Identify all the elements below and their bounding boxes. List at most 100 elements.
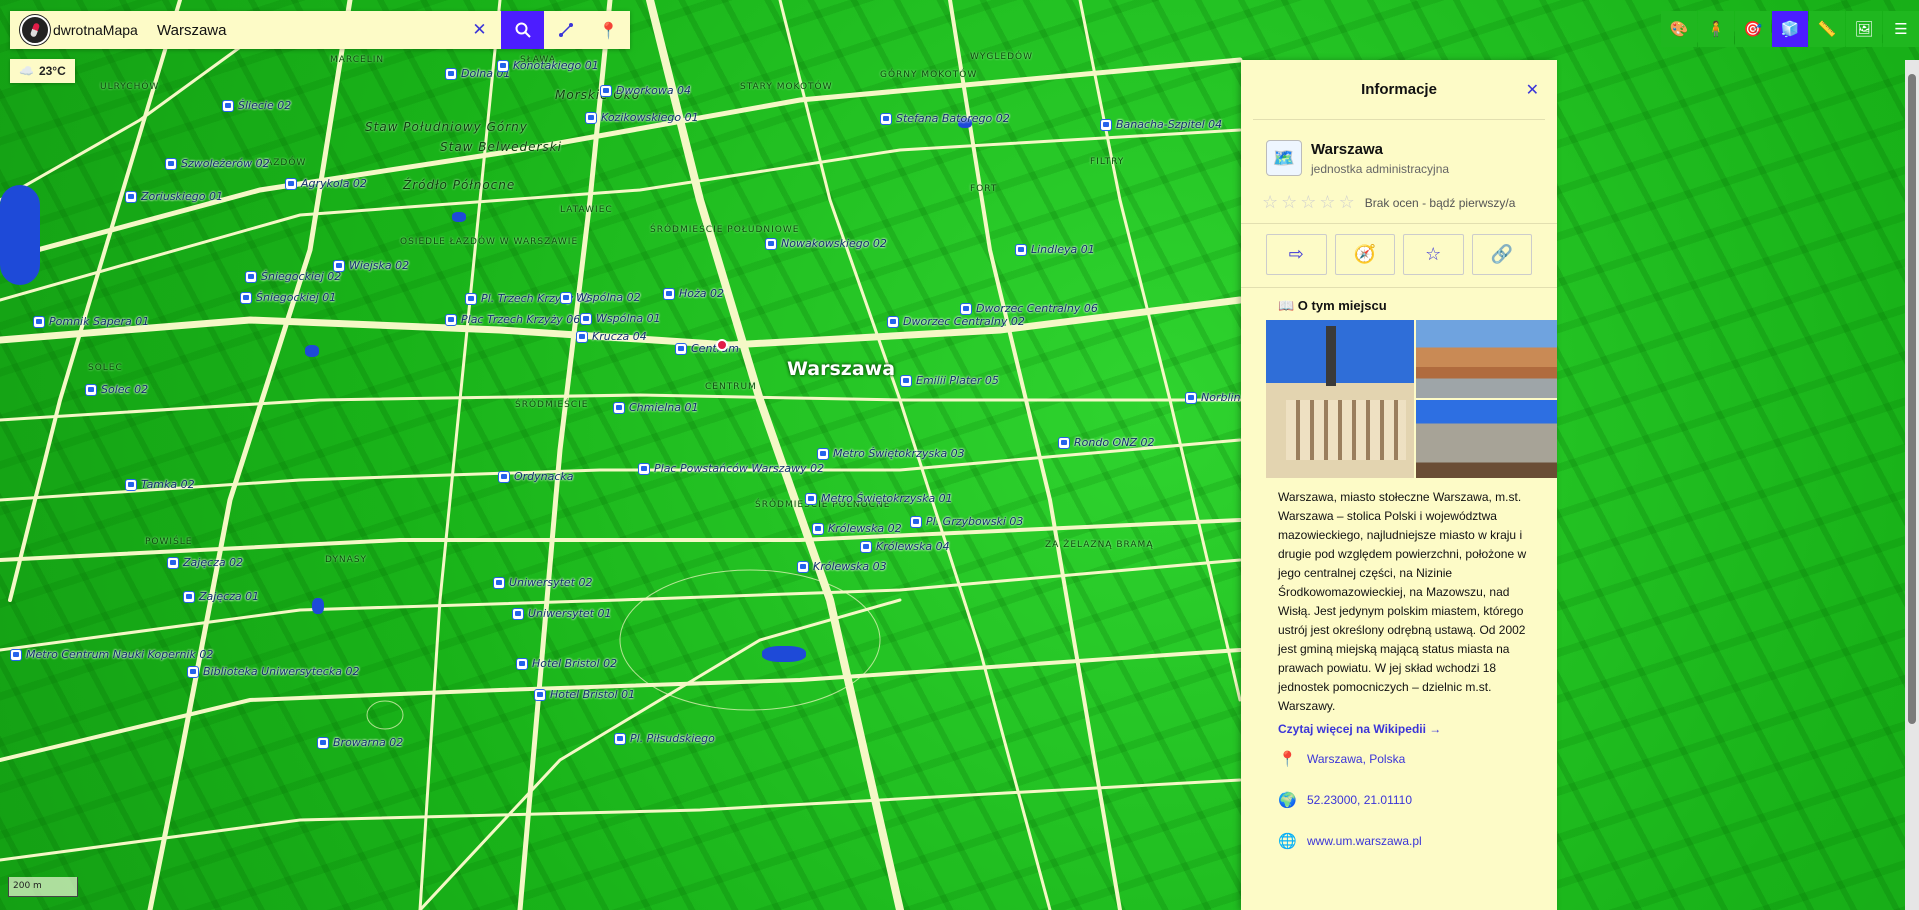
transit-stop[interactable]: Dworzec Centralny 02 bbox=[887, 315, 1025, 328]
transit-stop[interactable]: Chmielna 01 bbox=[613, 401, 698, 414]
target-icon: 🎯 bbox=[1743, 20, 1763, 38]
share-button[interactable]: ⇨ bbox=[1266, 234, 1327, 275]
photo-old-town[interactable] bbox=[1416, 320, 1557, 398]
transit-stop[interactable]: Metro Świętokrzyska 01 bbox=[805, 492, 953, 505]
stop-name: Pomnik Sapera 01 bbox=[49, 315, 150, 328]
transit-stop[interactable]: Wiejska 02 bbox=[333, 259, 409, 272]
logo[interactable]: dwrotnaMapa bbox=[10, 11, 150, 49]
transit-stop[interactable]: Dworzec Centralny 06 bbox=[960, 302, 1098, 315]
panel-scrollbar[interactable] bbox=[1905, 60, 1919, 910]
transit-stop[interactable]: Uniwersytet 02 bbox=[493, 576, 593, 589]
search-button[interactable] bbox=[501, 11, 544, 49]
favorite-button[interactable]: ☆ bbox=[1403, 234, 1464, 275]
transit-stop[interactable]: Banacha-Szpitel 04 bbox=[1100, 118, 1222, 131]
transit-stop[interactable]: Dworkowa 04 bbox=[600, 84, 691, 97]
clear-search-button[interactable]: ✕ bbox=[458, 11, 501, 49]
transit-stop[interactable]: Metro Centrum Nauki Kopernik 02 bbox=[10, 648, 213, 661]
transit-stop[interactable]: Krucza 04 bbox=[576, 330, 647, 343]
stop-name: Dworzec Centralny 06 bbox=[976, 302, 1098, 315]
district-label: FORT bbox=[970, 184, 998, 194]
transit-stop[interactable]: Centrum bbox=[675, 342, 739, 355]
transit-stop[interactable]: Plac Trzech Krzyży 06 bbox=[445, 313, 580, 326]
transit-stop[interactable]: Stefana Batorego 02 bbox=[880, 112, 1010, 125]
stop-name: Emilii Plater 05 bbox=[916, 374, 999, 387]
transit-stop[interactable]: Hotel Bristol 01 bbox=[534, 688, 635, 701]
toolbar-picture-button[interactable]: 🖼 bbox=[1846, 11, 1882, 47]
transit-stop[interactable]: Rondo ONZ 02 bbox=[1058, 436, 1154, 449]
toolbar-cube-3d-button[interactable]: 🧊 bbox=[1772, 11, 1808, 47]
transit-stop[interactable]: Pl. Grzybowski 03 bbox=[910, 515, 1023, 528]
transit-stop[interactable]: Pomnik Sapera 01 bbox=[33, 315, 149, 328]
stop-name: Chmielna 01 bbox=[629, 401, 699, 414]
favorite-icon: ☆ bbox=[1425, 244, 1442, 265]
star-icon[interactable]: ☆ bbox=[1281, 192, 1297, 213]
pin-button[interactable]: 📍 bbox=[587, 11, 630, 49]
bus-stop-icon bbox=[317, 736, 329, 749]
transit-stop[interactable]: Hoża 02 bbox=[663, 287, 724, 300]
transit-stop[interactable]: Wspólna 02 bbox=[560, 291, 641, 304]
toolbar-ruler-button[interactable]: 📏 bbox=[1809, 11, 1845, 47]
picture-icon: 🖼 bbox=[1854, 20, 1874, 38]
wikipedia-link[interactable]: Czytaj więcej na Wikipedii → bbox=[1241, 716, 1557, 736]
transit-stop[interactable]: Śniegockiej 01 bbox=[240, 291, 336, 304]
transit-stop[interactable]: Królewska 04 bbox=[860, 540, 950, 553]
star-icon[interactable]: ☆ bbox=[1262, 192, 1278, 213]
transit-stop[interactable]: Ordynacka bbox=[498, 470, 574, 483]
detail-row[interactable]: 🌍 52.23000, 21.01110 bbox=[1241, 779, 1557, 820]
rating-stars[interactable]: ☆ ☆ ☆ ☆ ☆ bbox=[1262, 192, 1355, 213]
transit-stop[interactable]: Królewska 02 bbox=[812, 522, 902, 535]
detail-row[interactable]: 🌐 www.um.warszawa.pl bbox=[1241, 820, 1557, 861]
toolbar-menu-button[interactable]: ☰ bbox=[1883, 11, 1919, 47]
transit-stop[interactable]: Konotakiego 01 bbox=[497, 59, 599, 72]
search-input[interactable] bbox=[150, 11, 458, 49]
toolbar-target-button[interactable]: 🎯 bbox=[1735, 11, 1771, 47]
transit-stop[interactable]: Zoriuskiego 01 bbox=[125, 190, 223, 203]
transit-stop[interactable]: Uniwersytet 01 bbox=[512, 607, 612, 620]
panel-title: Informacje bbox=[1361, 81, 1437, 98]
stop-name: Królewska 02 bbox=[828, 522, 902, 535]
bus-stop-icon bbox=[960, 302, 972, 315]
district-label: DYNASY bbox=[325, 555, 368, 565]
transit-stop[interactable]: Nowakowskiego 02 bbox=[765, 237, 887, 250]
map-toolbar: 🎨 🧍 🎯 🧊 📏 🖼 ☰ bbox=[1660, 11, 1919, 47]
star-icon[interactable]: ☆ bbox=[1300, 192, 1316, 213]
star-icon[interactable]: ☆ bbox=[1319, 192, 1335, 213]
star-icon[interactable]: ☆ bbox=[1339, 192, 1355, 213]
detail-row[interactable]: 📍 Warszawa, Polska bbox=[1241, 738, 1557, 779]
transit-stop[interactable]: Wspólna 01 bbox=[580, 312, 661, 325]
navigate-button[interactable]: 🧭 bbox=[1334, 234, 1395, 275]
rating: ☆ ☆ ☆ ☆ ☆ Brak ocen - bądź pierwszy/a bbox=[1241, 176, 1557, 224]
transit-stop[interactable]: Zajęcza 01 bbox=[183, 590, 259, 603]
bus-stop-icon bbox=[1185, 391, 1197, 404]
weather-badge[interactable]: ☁️ 23°C bbox=[10, 59, 75, 83]
transit-stop[interactable]: Biblioteka Uniwersytecka 02 bbox=[187, 665, 359, 678]
toolbar-person-button[interactable]: 🧍 bbox=[1698, 11, 1734, 47]
city-marker[interactable] bbox=[716, 339, 728, 351]
transit-stop[interactable]: Śliecie 02 bbox=[222, 99, 291, 112]
transit-stop[interactable]: Tamka 02 bbox=[125, 478, 195, 491]
transit-stop[interactable]: Metro Świętokrzyska 03 bbox=[817, 447, 965, 460]
photo-theatre[interactable] bbox=[1416, 400, 1557, 478]
transit-stop[interactable]: Solec 02 bbox=[85, 383, 148, 396]
transit-stop[interactable]: Lindleya 01 bbox=[1015, 243, 1095, 256]
transit-stop[interactable]: Emilii Plater 05 bbox=[900, 374, 999, 387]
transit-stop[interactable]: Szwoleżerów 02 bbox=[165, 157, 270, 170]
transit-stop[interactable]: Plac Powstańców Warszawy 02 bbox=[638, 462, 824, 475]
map-canvas[interactable]: MARCELIN SŁAWA STARY MOKOTÓW GÓRNY MOKOTÓW W… bbox=[0, 0, 1919, 910]
transit-stop[interactable]: Kozikowskiego 01 bbox=[585, 111, 699, 124]
transit-stop[interactable]: Hotel Bristol 02 bbox=[516, 657, 617, 670]
toolbar-palette-button[interactable]: 🎨 bbox=[1661, 11, 1697, 47]
route-button[interactable] bbox=[544, 11, 587, 49]
transit-stop[interactable]: Królewska 03 bbox=[797, 560, 887, 573]
transit-stop[interactable]: Agrykola 02 bbox=[285, 177, 367, 190]
stop-name: Uniwersytet 02 bbox=[509, 576, 593, 589]
scrollbar-thumb[interactable] bbox=[1908, 74, 1916, 724]
close-panel-button[interactable]: ✕ bbox=[1526, 80, 1539, 99]
transit-stop[interactable]: Śniegockiej 02 bbox=[245, 270, 341, 283]
transit-stop[interactable]: Zajęcza 02 bbox=[167, 556, 243, 569]
bus-stop-icon bbox=[445, 67, 457, 80]
transit-stop[interactable]: Browarna 02 bbox=[317, 736, 403, 749]
photo-church[interactable] bbox=[1266, 320, 1414, 478]
transit-stop[interactable]: Pl. Piłsudskiego bbox=[614, 732, 715, 745]
link-button[interactable]: 🔗 bbox=[1471, 234, 1532, 275]
